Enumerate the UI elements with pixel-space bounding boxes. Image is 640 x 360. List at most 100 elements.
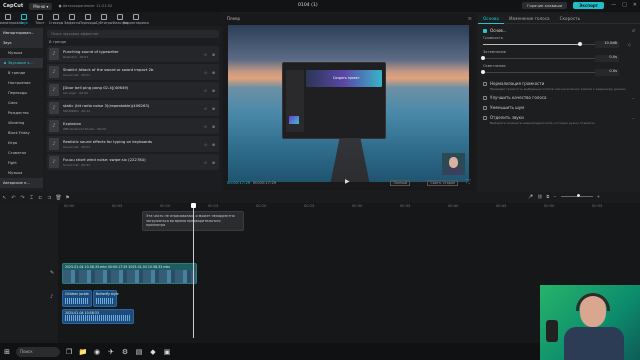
nav-item[interactable]: Музыка	[0, 168, 43, 178]
chevron-down-icon[interactable]: ⌄	[632, 95, 635, 100]
snap-icon[interactable]: ⧉	[546, 194, 549, 199]
app-icon[interactable]: ◆	[146, 345, 160, 359]
properties-tab[interactable]: Основа	[478, 14, 504, 24]
delete-icon[interactable]: 🗑	[54, 195, 63, 201]
chevron-down-icon[interactable]: ⌄	[632, 115, 635, 120]
more-icon[interactable]: ≡	[468, 16, 472, 22]
volume-knob[interactable]	[577, 42, 582, 46]
sound-list-item[interactable]: ♪ Realistic sound effects for typing on k…	[47, 136, 219, 152]
favorite-star-icon[interactable]: ☆	[203, 52, 208, 57]
telegram-icon[interactable]: ✈	[104, 345, 118, 359]
redo-icon[interactable]: ↷	[18, 195, 27, 201]
quality-dropdown[interactable]: Полный	[390, 180, 410, 186]
sound-list-item[interactable]: ♪ Punching sound of typewriter Rolandsh · …	[47, 46, 219, 62]
properties-tab[interactable]: Изменение голоса	[504, 14, 555, 24]
fade-out-value-field[interactable]: 0.0s	[595, 69, 619, 76]
volume-value-field[interactable]: 10.0dB	[595, 41, 619, 48]
option-checkbox[interactable]	[483, 81, 487, 86]
section-enabled-icon[interactable]	[483, 28, 487, 33]
explorer-icon[interactable]: 📁	[76, 345, 90, 359]
option-toggle-row[interactable]: Уменьшить шум	[478, 101, 640, 111]
split-left-icon[interactable]: ⊏	[36, 195, 45, 201]
windows-icon[interactable]: ⊞	[0, 345, 14, 359]
toolbar-tab[interactable]: Текст	[32, 13, 48, 25]
nav-item[interactable]: Vibrating	[0, 118, 43, 128]
sound-list-item[interactable]: ♪ static (hit radio noise 3)(repeatable)(…	[47, 100, 219, 116]
fade-in-slider[interactable]: 0.0s	[481, 55, 635, 63]
nav-item[interactable]: Музыка	[0, 48, 43, 58]
browser-icon[interactable]: ◉	[90, 345, 104, 359]
maximize-icon[interactable]: □	[622, 2, 627, 8]
favorite-star-icon[interactable]: ☆	[203, 124, 208, 129]
fullscreen-icon[interactable]: ⛶	[466, 179, 470, 185]
audio-track-icon[interactable]: ♪	[50, 294, 53, 300]
add-plus-icon[interactable]: ⊕	[211, 70, 216, 75]
select-icon[interactable]: ↖	[0, 195, 9, 201]
fade-out-slider[interactable]: 0.0s	[481, 69, 635, 77]
menu-button[interactable]: Меню ▾	[29, 2, 53, 10]
favorite-star-icon[interactable]: ☆	[203, 142, 208, 147]
video-preview[interactable]: Создать проект	[228, 25, 469, 182]
nav-item[interactable]: Игра	[0, 138, 43, 148]
option-checkbox[interactable]	[483, 105, 487, 110]
toolbar-tab[interactable]: Корректировка	[123, 13, 149, 25]
favorite-star-icon[interactable]: ☆	[203, 70, 208, 75]
nav-item[interactable]: Black Friday	[0, 128, 43, 138]
nav-item[interactable]: В тренде	[0, 68, 43, 78]
close-icon[interactable]: ✕	[633, 2, 637, 8]
option-checkbox[interactable]	[483, 115, 487, 120]
keyframe-icon[interactable]: ◇	[628, 42, 631, 47]
sound-search-input[interactable]: Поиск звуковых эффектов	[47, 30, 219, 38]
link-icon[interactable]: ⛓	[537, 194, 542, 199]
export-button[interactable]: Экспорт	[573, 2, 604, 9]
toolbar-tab[interactable]: Медиаматериалы	[0, 13, 23, 25]
hotkeys-button[interactable]: Горячие клавиши	[522, 2, 568, 9]
files-icon[interactable]: ▤	[132, 345, 146, 359]
add-plus-icon[interactable]: ⊕	[211, 142, 216, 147]
option-toggle-row[interactable]: Отделить звуки ⌄	[478, 111, 640, 121]
audio-clip[interactable]: Children jacket	[62, 290, 92, 307]
minimize-icon[interactable]: —	[611, 2, 616, 8]
add-plus-icon[interactable]: ⊕	[211, 124, 216, 129]
microphone-icon[interactable]: 🎤	[528, 194, 533, 199]
add-plus-icon[interactable]: ⊕	[211, 106, 216, 111]
steam-icon[interactable]: ⚙	[118, 345, 132, 359]
audio-clip[interactable]: 2025-01-04 10:58:33	[62, 309, 134, 324]
playhead[interactable]	[191, 203, 196, 338]
sound-list-item[interactable]: ♪ Shakin! Attack of the sword or sword im…	[47, 64, 219, 80]
favorite-star-icon[interactable]: ☆	[203, 160, 208, 165]
nav-item[interactable]: Звуковые э...	[0, 58, 43, 68]
audio-clip[interactable]: Butterfly style	[93, 290, 119, 307]
add-plus-icon[interactable]: ⊕	[211, 160, 216, 165]
timeline-ruler[interactable]: 00:00 00:05 00:10 00:15 00:20 00:25 00:30 00:35…	[58, 203, 640, 211]
toolbar-tab[interactable]: Стикеры	[48, 13, 64, 25]
favorite-star-icon[interactable]: ☆	[203, 106, 208, 111]
split-icon[interactable]: ⌶	[27, 195, 36, 201]
zoom-out-icon[interactable]: −	[553, 194, 556, 199]
nav-item[interactable]: Импортирован...	[0, 28, 43, 38]
toolbar-tab[interactable]: Эффекты	[64, 13, 80, 25]
nav-item[interactable]: Переходы	[0, 88, 43, 98]
sound-list-item[interactable]: ♪ [Door bell ping pong 02-4](40649) Ido Lo…	[47, 82, 219, 98]
basic-section-header[interactable]: Основ... ↺	[478, 24, 640, 35]
option-checkbox[interactable]	[483, 95, 487, 100]
fade-out-knob[interactable]	[481, 70, 485, 74]
fade-in-value-field[interactable]: 0.0s	[595, 55, 619, 62]
nav-item[interactable]: Авторские п...	[0, 178, 43, 188]
toolbar-tab[interactable]: Звук	[16, 13, 32, 25]
properties-tab[interactable]: Скорость	[555, 14, 585, 24]
nav-item[interactable]: Настроение	[0, 78, 43, 88]
toolbar-tab[interactable]: Переходы	[80, 13, 96, 25]
option-toggle-row[interactable]: Улучшить качество голоса ⌄	[478, 91, 640, 101]
add-plus-icon[interactable]: ⊕	[211, 88, 216, 93]
marker-icon[interactable]: ⚑	[63, 195, 72, 201]
fade-in-knob[interactable]	[481, 56, 485, 60]
add-plus-icon[interactable]: ⊕	[211, 52, 216, 57]
zoom-slider[interactable]	[560, 194, 593, 197]
nav-item[interactable]: Смех	[0, 98, 43, 108]
aspect-ratio-dropdown[interactable]: Соотн. сторон	[427, 180, 458, 186]
option-toggle-row[interactable]: Нормализация громкости	[478, 77, 640, 87]
play-icon[interactable]: ▶	[345, 178, 350, 185]
favorite-star-icon[interactable]: ☆	[203, 88, 208, 93]
volume-slider[interactable]: 10.0dB ◇	[483, 41, 635, 49]
